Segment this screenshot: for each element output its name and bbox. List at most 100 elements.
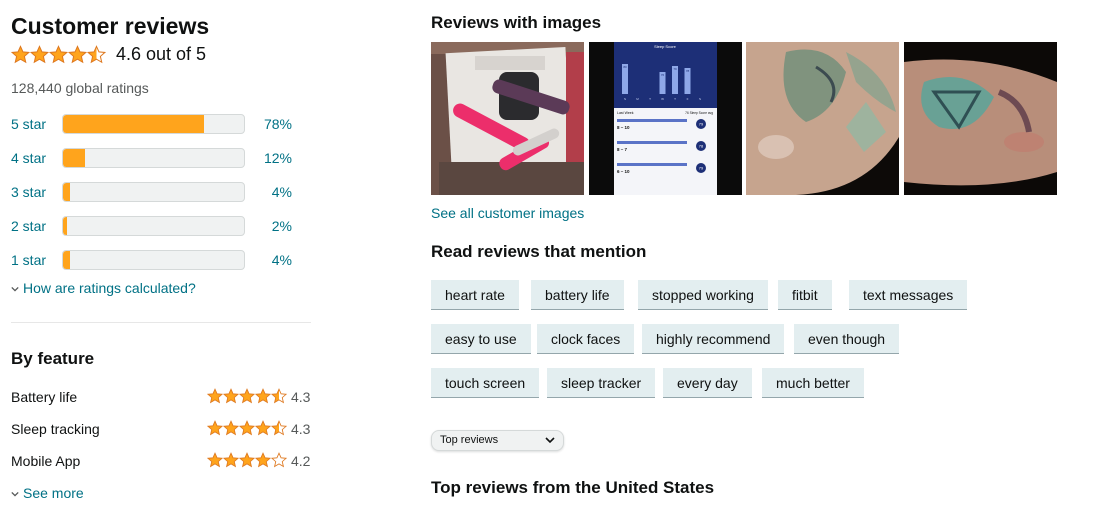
histogram-bar[interactable] [62,148,245,168]
histogram-label[interactable]: 1 star [11,252,46,268]
histogram-label[interactable]: 2 star [11,218,46,234]
star-icon [255,388,271,404]
histogram-fill [63,217,67,235]
star-icon [87,45,106,64]
overall-stars [11,45,106,64]
histogram-row-3-star[interactable]: 3 star 4% [11,182,311,204]
histogram-percent[interactable]: 12% [260,150,292,166]
overall-rating[interactable]: 4.6 out of 5 [11,44,206,65]
sleep-entry-time: 6 – 10 [617,169,630,174]
sleep-avg: 76 Sleep Score avg [685,111,713,115]
mention-chip[interactable]: stopped working [638,280,768,310]
star-icon [255,452,271,468]
see-all-customer-images-link[interactable]: See all customer images [431,205,584,221]
mention-chip[interactable]: battery life [531,280,624,310]
mention-chip[interactable]: sleep tracker [547,368,656,398]
star-icon [255,420,271,436]
sleep-bar-value: 76 [661,73,665,77]
sleep-screen-header: Sleep Score [654,44,677,49]
star-icon [271,452,287,468]
histogram-fill [63,183,71,201]
overall-rating-text: 4.6 out of 5 [116,44,207,64]
feature-name: Battery life [11,389,78,405]
star-icon [11,45,30,64]
histogram-fill [63,251,71,269]
arm-tattoo-photo-1 [746,42,899,195]
how-ratings-calculated-link[interactable]: How are ratings calculated? [11,280,196,296]
mention-chip[interactable]: easy to use [431,324,531,354]
mention-chip[interactable]: touch screen [431,368,540,398]
star-icon [223,388,239,404]
mention-chip[interactable]: clock faces [537,324,635,354]
mention-chip[interactable]: much better [762,368,864,398]
feature-stars [207,420,287,436]
sort-reviews-dropdown[interactable]: Top reviews [431,430,564,451]
sleep-entry-score: 79 [699,166,704,171]
star-icon [271,420,287,436]
sleep-entry-graph [617,141,687,144]
feature-name: Mobile App [11,453,81,469]
feature-row-sleep-tracking: Sleep tracking 4.3 [11,419,311,439]
sleep-entry-graph [617,119,687,122]
mention-chip[interactable]: every day [663,368,752,398]
see-more-text[interactable]: See more [23,485,84,501]
review-image-thumbnail-1[interactable] [431,42,584,195]
see-more-features-link[interactable]: See more [11,485,84,501]
histogram-percent[interactable]: 4% [260,252,292,268]
star-icon [207,388,223,404]
feature-stars [207,388,287,404]
star-icon [68,45,87,64]
histogram-bar[interactable] [62,250,245,270]
sleep-entry-time: 8 – 7 [617,147,628,152]
global-ratings-count: 128,440 global ratings [11,80,149,96]
mention-chip[interactable]: even though [794,324,900,354]
star-icon [239,388,255,404]
mention-chip[interactable]: text messages [849,280,968,310]
histogram-bar[interactable] [62,114,245,134]
sleep-day-label: W [661,97,664,101]
histogram-label[interactable]: 5 star [11,116,46,132]
sleep-last-week: Last Week [617,111,634,115]
histogram-label[interactable]: 4 star [11,150,46,166]
sleep-day-label: F [687,97,689,101]
star-icon [239,420,255,436]
histogram-percent[interactable]: 2% [260,218,292,234]
feature-row-mobile-app: Mobile App 4.2 [11,451,311,471]
star-icon [30,45,49,64]
mention-chip[interactable]: fitbit [778,280,832,310]
mention-chip[interactable]: heart rate [431,280,519,310]
review-image-thumbnail-4[interactable] [904,42,1057,195]
sleep-entry-graph [617,163,687,166]
read-reviews-mention-heading: Read reviews that mention [431,242,647,261]
histogram-row-5-star[interactable]: 5 star 78% [11,114,311,136]
histogram-row-2-star[interactable]: 2 star 2% [11,216,311,238]
feature-name: Sleep tracking [11,421,100,437]
histogram-bar[interactable] [62,216,245,236]
review-image-thumbnail-2[interactable]: Sleep Score 80 S M T 76 W 79 T 78 F S Last Week 76 Sl… [589,42,742,195]
histogram-fill [63,115,205,133]
feature-row-battery-life: Battery life 4.3 [11,387,311,407]
section-divider [11,322,311,323]
sleep-bar-value: 78 [686,69,690,73]
histogram-label[interactable]: 3 star [11,184,46,200]
sort-selected-value: Top reviews [440,434,499,446]
star-icon [239,452,255,468]
sleep-day-label: T [649,97,651,101]
feature-rating-value: 4.2 [291,453,311,469]
by-feature-heading: By feature [11,349,95,368]
feature-rating-value: 4.3 [291,421,311,437]
histogram-bar[interactable] [62,182,245,202]
mention-chip[interactable]: highly recommend [642,324,785,354]
how-ratings-calculated-text[interactable]: How are ratings calculated? [23,280,196,296]
sleep-bar-value: 79 [673,67,677,71]
histogram-percent[interactable]: 4% [260,184,292,200]
chevron-down-icon [11,491,19,497]
histogram-row-4-star[interactable]: 4 star 12% [11,148,311,170]
histogram-row-1-star[interactable]: 1 star 4% [11,250,311,272]
chevron-down-icon [545,437,555,444]
sleep-bar-value: 80 [623,65,627,69]
sleep-entry-score: 78 [699,144,704,149]
histogram-percent[interactable]: 78% [260,116,292,132]
sleep-entry-score: 79 [699,122,704,127]
review-image-thumbnail-3[interactable] [746,42,899,195]
